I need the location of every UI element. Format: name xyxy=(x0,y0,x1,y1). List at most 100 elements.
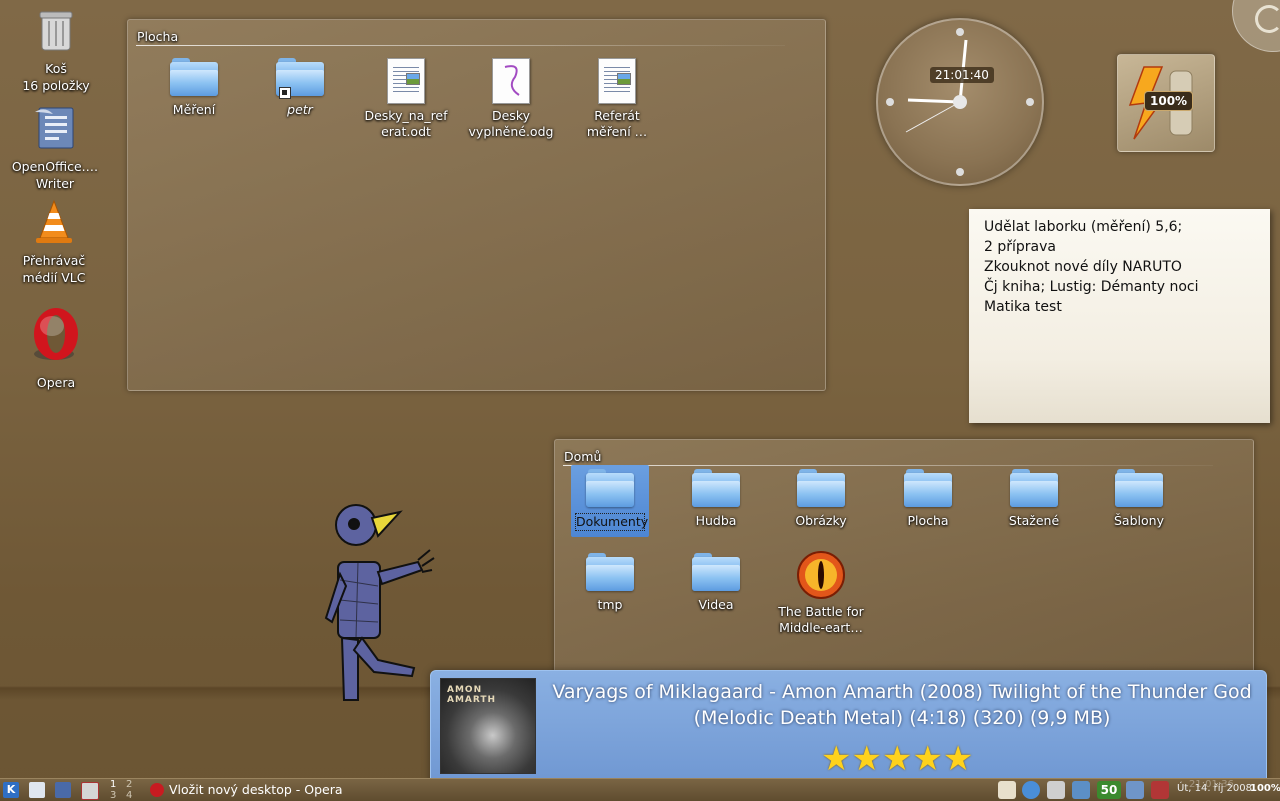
folder-item-videa[interactable]: Videa xyxy=(673,553,759,613)
folder-icon xyxy=(692,553,740,593)
folder-item-mereni[interactable]: Měření xyxy=(151,58,237,118)
file-item-battle-for-middle-earth[interactable]: The Battle for Middle-eart… xyxy=(778,550,864,636)
file-item-label-2: vyplněné.odg xyxy=(468,124,554,139)
vlc-icon xyxy=(30,198,78,246)
folder-icon xyxy=(904,469,952,509)
taskbar-battery[interactable]: 100% xyxy=(1250,783,1280,794)
folder-item-label: tmp xyxy=(597,597,623,612)
plasma-cashew-icon xyxy=(1255,5,1280,33)
desktop-pager[interactable]: 1 2 3 4 xyxy=(106,779,138,801)
show-desktop-icon[interactable] xyxy=(55,782,71,798)
folder-item-sablony[interactable]: Šablony xyxy=(1096,469,1182,529)
folder-item-dokumenty[interactable]: Dokumenty xyxy=(571,465,649,537)
file-item-label-1: The Battle for xyxy=(778,604,864,619)
trash-label: Koš xyxy=(45,61,67,76)
plocha-title-divider xyxy=(136,45,785,46)
opera-task-icon xyxy=(150,783,164,797)
domu-folderview[interactable]: Domů Dokumenty Hudba Obrázky Plocha Staž… xyxy=(554,439,1254,696)
now-playing-notification[interactable]: AMON AMARTH Varyags of Miklagaard - Amon… xyxy=(430,670,1267,786)
counter-tray[interactable]: 50 xyxy=(1097,781,1121,799)
file-item-referat-mereni[interactable]: Referát měření … xyxy=(574,58,660,140)
folder-item-tmp[interactable]: tmp xyxy=(567,553,653,613)
note-line: Matika test xyxy=(984,299,1062,315)
domu-title-divider xyxy=(563,465,1213,466)
clock-digital-time: 21:01:40 xyxy=(930,67,994,83)
eye-of-sauron-icon xyxy=(796,550,846,600)
pager-desktop-3[interactable]: 3 xyxy=(110,790,116,801)
text-document-icon xyxy=(387,58,425,104)
trash-icon xyxy=(32,6,80,54)
folder-item-obrazky[interactable]: Obrázky xyxy=(778,469,864,529)
file-item-label-1: Desky_na_ref xyxy=(364,108,448,123)
folder-icon xyxy=(797,469,845,509)
folder-item-plocha[interactable]: Plocha xyxy=(885,469,971,529)
mail-icon[interactable] xyxy=(81,782,99,800)
openoffice-writer-label-2: Writer xyxy=(35,176,75,191)
plasma-toolbox-corner[interactable] xyxy=(1232,0,1280,52)
file-item-label-1: Desky xyxy=(491,108,531,123)
folder-item-label: Stažené xyxy=(1008,513,1060,528)
folder-item-label: petr xyxy=(287,102,313,117)
konqueror-icon[interactable] xyxy=(29,782,45,798)
taskbar-time: 21:01:36 xyxy=(1189,779,1234,790)
task-opera[interactable]: Vložit nový desktop - Opera xyxy=(150,781,343,799)
clock-face-icon xyxy=(886,28,1034,176)
folder-item-label: Měření xyxy=(172,102,216,117)
opera-label: Opera xyxy=(36,375,76,390)
folder-item-stazene[interactable]: Stažené xyxy=(991,469,1077,529)
folder-item-label: Dokumenty xyxy=(575,513,649,531)
file-item-label-2: erat.odt xyxy=(381,124,431,139)
pager-desktop-4[interactable]: 4 xyxy=(126,790,132,801)
text-document-icon xyxy=(598,58,636,104)
folder-item-hudba[interactable]: Hudba xyxy=(673,469,759,529)
folder-item-petr[interactable]: petr xyxy=(257,58,343,118)
volume-icon[interactable] xyxy=(1047,781,1065,799)
desktop-icon-opera[interactable]: Opera xyxy=(11,306,101,391)
note-widget[interactable]: Udělat laborku (měření) 5,6; 2 příprava … xyxy=(969,209,1270,423)
pager-desktop-1[interactable]: 1 xyxy=(110,779,116,790)
pager-desktop-2[interactable]: 2 xyxy=(126,779,132,790)
drawing-document-icon xyxy=(492,58,530,104)
file-item-desky-vyplnene[interactable]: Desky vyplněné.odg xyxy=(468,58,554,140)
amarok-icon[interactable] xyxy=(1151,781,1169,799)
klipper-icon[interactable] xyxy=(998,781,1016,799)
folder-icon xyxy=(586,553,634,593)
folder-icon xyxy=(1010,469,1058,509)
kopete-icon[interactable] xyxy=(1022,781,1040,799)
desktop-icon-openoffice-writer[interactable]: OpenOffice.… Writer xyxy=(10,104,100,192)
plocha-folderview[interactable]: Plocha Měření petr Desky_na_ref erat.odt… xyxy=(127,19,826,391)
domu-title: Domů xyxy=(564,449,602,464)
album-cover-image: AMON AMARTH xyxy=(440,678,536,774)
folder-item-label: Šablony xyxy=(1114,513,1164,528)
vlc-label-1: Přehrávač xyxy=(22,253,86,268)
note-line: Zkouknot nové díly NARUTO xyxy=(984,259,1182,275)
note-line: Udělat laborku (měření) 5,6; xyxy=(984,219,1183,235)
folder-icon xyxy=(692,469,740,509)
kmenu-icon[interactable]: K xyxy=(3,782,19,798)
folder-icon xyxy=(1115,469,1163,509)
battery-widget[interactable]: 100% xyxy=(1117,54,1215,152)
album-cover-text: AMON AMARTH xyxy=(447,685,497,705)
updates-icon[interactable] xyxy=(1126,781,1144,799)
desktop-icon-trash[interactable]: Koš 16 položky xyxy=(11,6,101,94)
folder-item-label: Hudba xyxy=(695,513,737,528)
folder-icon xyxy=(170,58,218,98)
battery-percent: 100% xyxy=(1144,91,1194,111)
openoffice-writer-label-1: OpenOffice.… xyxy=(11,159,99,174)
file-item-label-2: měření … xyxy=(586,124,648,139)
track-title-line1: Varyags of Miklagaard - Amon Amarth (200… xyxy=(552,681,1252,703)
network-icon[interactable] xyxy=(1072,781,1090,799)
folder-link-icon xyxy=(276,58,324,99)
file-item-label-1: Referát xyxy=(594,108,640,123)
file-item-desky-na-referat[interactable]: Desky_na_ref erat.odt xyxy=(363,58,449,140)
analog-clock-widget[interactable]: 21:01:40 xyxy=(876,18,1044,186)
taskbar-clock[interactable]: 21:01:36 Út, 14. říj 2008 xyxy=(1177,779,1252,794)
bird-character-drawing xyxy=(318,500,440,712)
plocha-title: Plocha xyxy=(137,29,179,44)
opera-icon xyxy=(24,306,88,366)
folder-item-label: Videa xyxy=(698,597,734,612)
folder-item-label: Obrázky xyxy=(795,513,847,528)
link-arrow-icon xyxy=(279,87,291,99)
note-line: 2 příprava xyxy=(984,239,1056,255)
desktop-icon-vlc[interactable]: Přehrávač médií VLC xyxy=(9,198,99,286)
